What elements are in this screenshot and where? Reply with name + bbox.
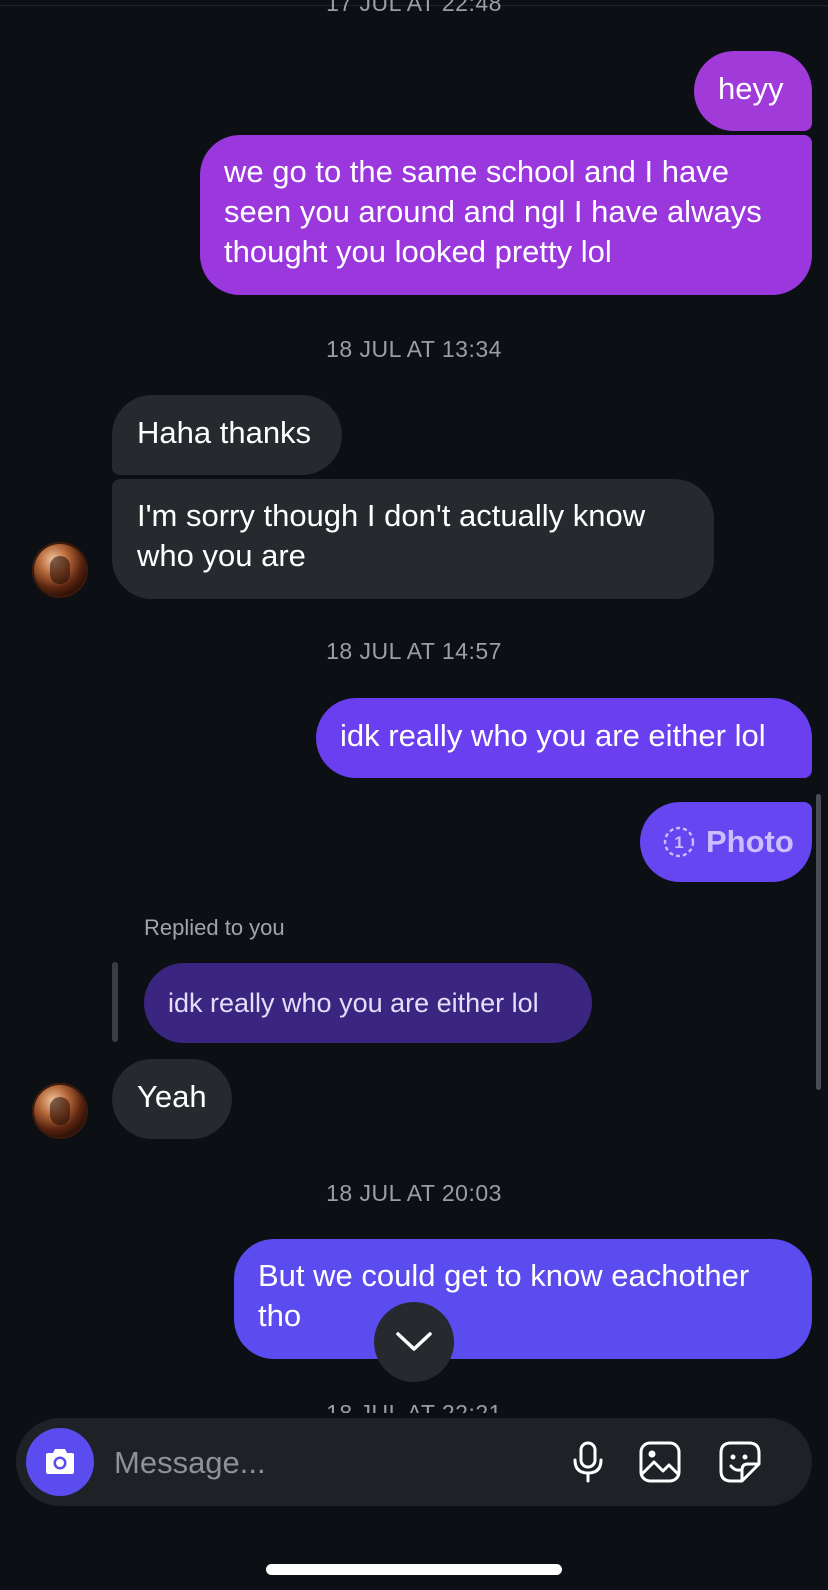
timestamp: 17 JUL AT 22:48	[326, 0, 502, 16]
outgoing-message[interactable]: But we could get to know eachother tho	[234, 1239, 812, 1359]
message-input[interactable]	[112, 1418, 556, 1508]
svg-text:1: 1	[674, 833, 683, 852]
outgoing-message[interactable]: we go to the same school and I have seen…	[200, 135, 812, 295]
message-text: Haha thanks	[137, 415, 312, 450]
message-text: I'm sorry though I don't actually know w…	[137, 498, 646, 573]
message-text: But we could get to know eachother tho	[258, 1258, 750, 1333]
incoming-message[interactable]: I'm sorry though I don't actually know w…	[112, 479, 714, 599]
sticker-button[interactable]	[716, 1438, 764, 1486]
message-composer	[16, 1418, 812, 1508]
quoted-message[interactable]: idk really who you are either lol	[144, 963, 592, 1043]
view-once-photo[interactable]: 1 Photo	[640, 802, 812, 882]
microphone-icon	[570, 1440, 606, 1484]
gallery-button[interactable]	[636, 1438, 684, 1486]
message-text: heyy	[718, 71, 784, 106]
outgoing-message[interactable]: idk really who you are either lol	[316, 698, 812, 778]
camera-icon	[42, 1446, 78, 1478]
timestamp: 18 JUL AT 20:03	[326, 1180, 502, 1206]
avatar[interactable]	[32, 542, 88, 598]
timestamp: 18 JUL AT 14:57	[326, 638, 502, 664]
photo-label: Photo	[706, 824, 794, 859]
reply-bar	[112, 962, 118, 1042]
gallery-icon	[638, 1440, 682, 1484]
microphone-button[interactable]	[564, 1438, 612, 1486]
scroll-down-button[interactable]	[374, 1302, 454, 1382]
sticker-icon	[718, 1440, 762, 1484]
scrollbar[interactable]	[816, 794, 821, 1090]
message-text: idk really who you are either lol	[340, 718, 766, 753]
incoming-message[interactable]: Haha thanks	[112, 395, 342, 475]
outgoing-message[interactable]: heyy	[694, 51, 812, 131]
avatar[interactable]	[32, 1083, 88, 1139]
timestamp: 18 JUL AT 13:34	[326, 336, 502, 362]
replied-label: Replied to you	[144, 915, 285, 940]
message-text: Yeah	[137, 1079, 207, 1114]
incoming-message[interactable]: Yeah	[112, 1059, 232, 1139]
home-indicator[interactable]	[266, 1564, 562, 1575]
chevron-down-icon	[394, 1330, 434, 1354]
message-text: we go to the same school and I have seen…	[224, 154, 762, 269]
quoted-text: idk really who you are either lol	[168, 988, 539, 1018]
view-once-icon: 1	[662, 825, 696, 859]
camera-button[interactable]	[26, 1428, 94, 1496]
